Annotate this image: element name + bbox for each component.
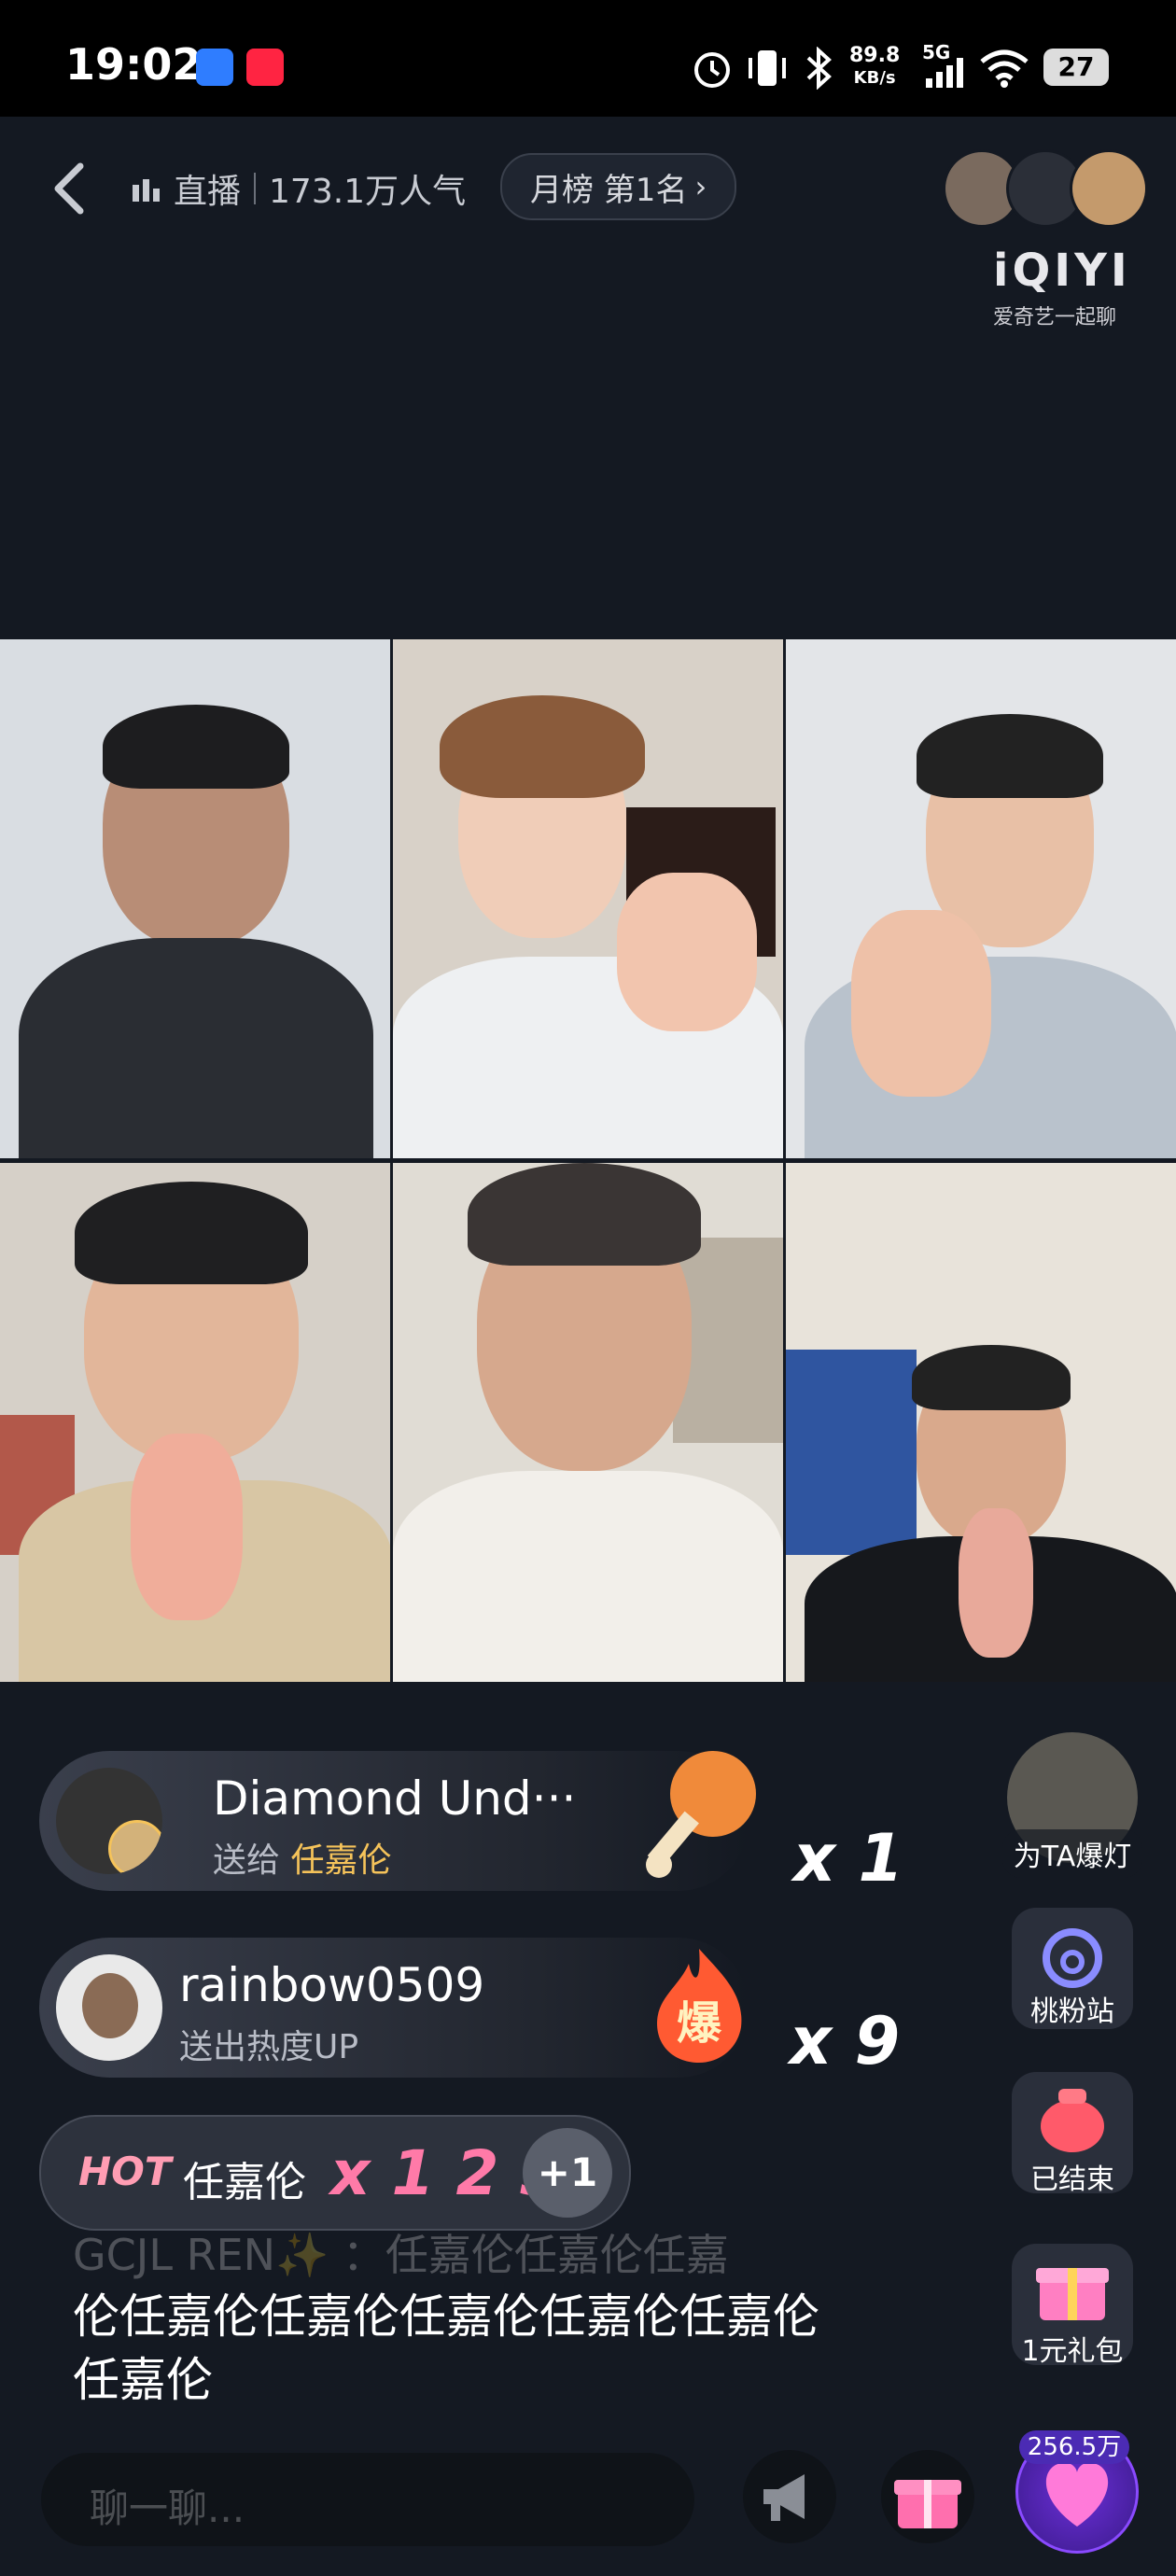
fan-station-tile: 桃粉站 — [1012, 1908, 1133, 2029]
xiaohongshu-icon — [246, 49, 284, 86]
person-hair — [75, 1182, 308, 1284]
peach-icon — [1043, 1928, 1102, 1988]
chat-message-faded: GCJL REN✨ ：任嘉伦任嘉伦任嘉 — [73, 2230, 729, 2280]
video-grid[interactable] — [0, 639, 1176, 1685]
popularity-count: 173.1万人气 — [269, 173, 467, 211]
person-body — [19, 938, 373, 1158]
live-bars-icon — [133, 179, 160, 202]
vibrate-icon — [749, 50, 786, 86]
broadcast-button[interactable] — [743, 2450, 836, 2543]
live-status: 直播 173.1万人气 — [131, 159, 466, 218]
spotlight-button[interactable]: 为TA爆灯 — [1002, 1732, 1142, 1878]
viewer-avatar[interactable] — [1070, 149, 1148, 228]
lucky-bag-button[interactable]: 已结束 — [1002, 2072, 1142, 2196]
receiver-mini-avatar — [108, 1820, 162, 1874]
gift-pack-tile: 1元礼包 — [1012, 2244, 1133, 2368]
chat-message-line: 伦任嘉伦任嘉伦任嘉伦任嘉伦任嘉伦 — [73, 2289, 819, 2344]
iqiyi-logo: iQIYI — [993, 245, 1131, 297]
sender-photo — [82, 1973, 138, 2038]
spotlight-label: 为TA爆灯 — [1002, 1829, 1142, 1878]
gift-sender-name: rainbow0509 — [179, 1958, 485, 2012]
megaphone-icon — [763, 2474, 805, 2521]
plus-one-button[interactable]: +1 — [523, 2128, 612, 2218]
svg-text:爆: 爆 — [677, 1997, 722, 2050]
likes-count: 256.5万 — [1019, 2430, 1129, 2464]
gift-sender-name: Diamond Und··· — [213, 1771, 577, 1826]
red-bag-icon — [1041, 2089, 1104, 2152]
back-arrow-icon[interactable] — [49, 161, 90, 217]
person-hair — [468, 1163, 701, 1266]
drumstick-gift-icon — [646, 1751, 756, 1878]
gift-multiplier: x 1 — [793, 1820, 904, 1897]
praying-hands — [131, 1434, 243, 1620]
gift-action: 送出热度UP — [179, 2028, 359, 2066]
video-tile[interactable] — [786, 639, 1176, 1158]
bluetooth-icon — [806, 47, 832, 90]
monthly-rank-button[interactable]: 月榜 第1名 › — [500, 153, 737, 220]
person-hair — [917, 714, 1103, 798]
praying-hands — [959, 1508, 1033, 1658]
person-hair — [103, 705, 289, 789]
live-label: 直播 — [174, 173, 242, 211]
battery-indicator: 27 — [1043, 49, 1109, 86]
status-time: 19:02 — [65, 39, 203, 90]
video-tile[interactable] — [393, 639, 783, 1158]
hot-name: 任嘉伦 — [183, 2159, 306, 2206]
background-window — [786, 1350, 917, 1555]
gift-multiplier: x 9 — [790, 2003, 901, 2079]
video-tile[interactable] — [786, 1163, 1176, 1682]
notification-app-icon — [196, 49, 233, 86]
chat-message-line: 任嘉伦 — [73, 2353, 213, 2407]
fan-station-label: 桃粉站 — [1030, 1995, 1114, 2028]
rank-label: 月榜 第1名 — [530, 171, 688, 209]
person-hair — [912, 1345, 1071, 1410]
sender-avatar — [56, 1954, 162, 2061]
sender-avatar — [56, 1768, 162, 1874]
hot-tag: HOT — [78, 2149, 172, 2194]
clapping-hands — [617, 873, 757, 1031]
chat-input-placeholder: 聊一聊... — [90, 2485, 245, 2531]
fan-station-button[interactable]: 桃粉站 — [1002, 1908, 1142, 2029]
person-body — [393, 1471, 783, 1682]
person-hair — [440, 695, 645, 798]
alarm-icon — [694, 52, 730, 88]
gift-banner: rainbow0509 送出热度UP 爆 — [39, 1938, 749, 2078]
iqiyi-subtitle: 爱奇艺一起聊 — [993, 306, 1117, 329]
chat-input[interactable]: 聊一聊... — [41, 2453, 694, 2546]
gift-target-name: 任嘉伦 — [290, 1841, 392, 1880]
video-tile[interactable] — [393, 1163, 783, 1682]
gift-action: 送给 任嘉伦 — [213, 1841, 392, 1880]
ended-label: 已结束 — [1030, 2163, 1114, 2196]
wifi-icon — [980, 49, 1029, 88]
gift-banner: Diamond Und··· 送给 任嘉伦 — [39, 1751, 756, 1891]
clapping-hands — [851, 910, 991, 1097]
cellular-signal-icon — [926, 58, 963, 88]
lucky-bag-tile: 已结束 — [1012, 2072, 1133, 2196]
video-tile[interactable] — [0, 1163, 390, 1682]
chevron-right-icon: › — [694, 169, 707, 204]
network-speed: 89.8 KB/s — [849, 44, 901, 89]
gift-icon — [894, 2480, 961, 2528]
video-tile[interactable] — [0, 639, 390, 1158]
gift-pack-label: 1元礼包 — [1021, 2335, 1124, 2368]
fire-boost-icon: 爆 — [657, 1949, 742, 2063]
hot-combo-pill: HOT 任嘉伦 x 1 2 3 +1 — [39, 2115, 631, 2231]
gift-button[interactable] — [881, 2450, 974, 2543]
gift-box-icon — [1036, 2268, 1109, 2320]
divider — [254, 173, 257, 204]
gift-pack-button[interactable]: 1元礼包 — [1002, 2244, 1142, 2368]
